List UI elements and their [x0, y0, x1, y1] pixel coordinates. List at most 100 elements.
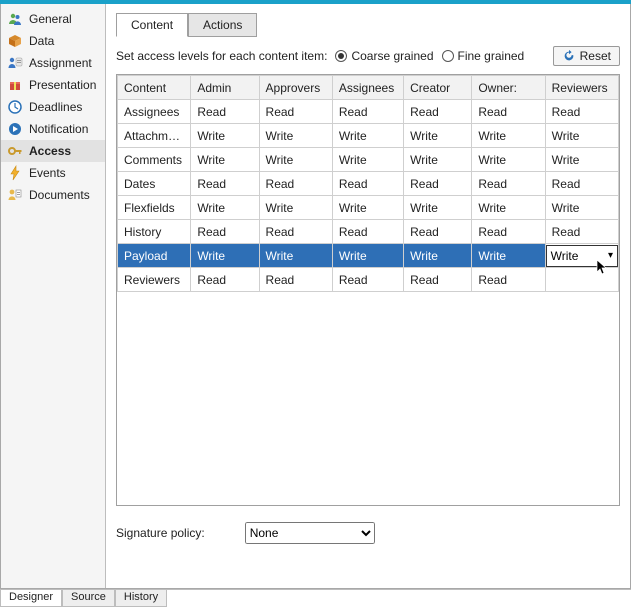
- access-cell[interactable]: Write: [332, 124, 403, 148]
- tab-content[interactable]: Content: [116, 13, 188, 37]
- column-header[interactable]: Owner:: [472, 76, 545, 100]
- sidebar-item-documents[interactable]: Documents: [1, 184, 105, 206]
- access-cell[interactable]: Read: [191, 172, 259, 196]
- access-cell[interactable]: Write: [191, 196, 259, 220]
- access-cell[interactable]: Write: [404, 148, 472, 172]
- reset-icon: [562, 49, 576, 63]
- sidebar-item-label: Data: [29, 34, 54, 48]
- sidebar-item-events[interactable]: Events: [1, 162, 105, 184]
- bottom-tab-source[interactable]: Source: [62, 590, 115, 607]
- access-cell[interactable]: Read: [259, 100, 332, 124]
- access-cell[interactable]: Write: [472, 196, 545, 220]
- access-cell[interactable]: Write: [332, 148, 403, 172]
- sidebar-item-deadlines[interactable]: Deadlines: [1, 96, 105, 118]
- access-cell[interactable]: Write: [259, 244, 332, 268]
- table-row[interactable]: DatesReadReadReadReadReadRead: [118, 172, 619, 196]
- column-header[interactable]: Approvers: [259, 76, 332, 100]
- reset-button[interactable]: Reset: [553, 46, 620, 66]
- sidebar-item-notification[interactable]: Notification: [1, 118, 105, 140]
- content-cell[interactable]: History: [118, 220, 191, 244]
- access-cell[interactable]: Write: [472, 124, 545, 148]
- access-cell[interactable]: Read: [472, 172, 545, 196]
- access-cell[interactable]: Read: [404, 268, 472, 292]
- access-cell[interactable]: Write: [545, 148, 618, 172]
- chevron-down-icon: ▾: [608, 250, 613, 261]
- access-cell[interactable]: Read: [545, 172, 618, 196]
- access-cell[interactable]: Read: [472, 268, 545, 292]
- bottom-tab-designer[interactable]: Designer: [0, 590, 62, 607]
- content-cell[interactable]: Comments: [118, 148, 191, 172]
- access-cell[interactable]: Read: [191, 268, 259, 292]
- access-cell[interactable]: Read: [332, 172, 403, 196]
- access-cell[interactable]: Write: [191, 244, 259, 268]
- sidebar-item-assignment[interactable]: Assignment: [1, 52, 105, 74]
- tab-label: Source: [71, 591, 106, 603]
- access-cell[interactable]: Write: [332, 244, 403, 268]
- radio-dot-icon: [335, 50, 347, 62]
- table-row[interactable]: ReviewersReadReadReadReadRead: [118, 268, 619, 292]
- access-cell[interactable]: Write: [545, 124, 618, 148]
- access-cell[interactable]: Read: [259, 220, 332, 244]
- sidebar-item-data[interactable]: Data: [1, 30, 105, 52]
- sidebar-item-presentation[interactable]: Presentation: [1, 74, 105, 96]
- sidebar: General Data Assignment Presentation Dea…: [1, 4, 106, 588]
- access-cell[interactable]: Write: [332, 196, 403, 220]
- tab-actions[interactable]: Actions: [188, 13, 257, 37]
- sidebar-item-label: Presentation: [29, 78, 96, 92]
- access-cell[interactable]: Read: [332, 100, 403, 124]
- access-cell[interactable]: Read: [404, 172, 472, 196]
- access-cell[interactable]: Write: [404, 124, 472, 148]
- sidebar-item-general[interactable]: General: [1, 8, 105, 30]
- table-row[interactable]: HistoryReadReadReadReadReadRead: [118, 220, 619, 244]
- sidebar-item-access[interactable]: Access: [1, 140, 105, 162]
- access-cell[interactable]: Write: [472, 148, 545, 172]
- content-cell[interactable]: Payload: [118, 244, 191, 268]
- radio-coarse[interactable]: Coarse grained: [335, 49, 433, 63]
- content-cell[interactable]: Reviewers: [118, 268, 191, 292]
- access-table: ContentAdminApproversAssigneesCreatorOwn…: [116, 74, 620, 506]
- access-cell[interactable]: Read: [545, 220, 618, 244]
- access-cell[interactable]: Read: [191, 220, 259, 244]
- column-header[interactable]: Assignees: [332, 76, 403, 100]
- column-header[interactable]: Content: [118, 76, 191, 100]
- table-row[interactable]: AssigneesReadReadReadReadReadRead: [118, 100, 619, 124]
- column-header[interactable]: Admin: [191, 76, 259, 100]
- access-cell[interactable]: Read: [404, 100, 472, 124]
- access-cell[interactable]: Write: [259, 196, 332, 220]
- column-header[interactable]: Creator: [404, 76, 472, 100]
- table-row[interactable]: CommentsWriteWriteWriteWriteWriteWrite: [118, 148, 619, 172]
- access-cell[interactable]: Read: [332, 268, 403, 292]
- access-cell[interactable]: Write: [259, 124, 332, 148]
- table-row[interactable]: FlexfieldsWriteWriteWriteWriteWriteWrite: [118, 196, 619, 220]
- access-cell[interactable]: Write: [545, 196, 618, 220]
- access-cell[interactable]: Write: [404, 244, 472, 268]
- signature-select[interactable]: None: [245, 522, 375, 544]
- table-row[interactable]: PayloadWriteWriteWriteWriteWriteWrite▾No…: [118, 244, 619, 268]
- access-cell[interactable]: Read: [545, 100, 618, 124]
- access-cell[interactable]: Write▾NoneReadWrite: [545, 244, 618, 268]
- bottom-tab-history[interactable]: History: [115, 590, 167, 607]
- access-cell[interactable]: Read: [472, 220, 545, 244]
- column-header[interactable]: Reviewers: [545, 76, 618, 100]
- access-cell[interactable]: Write: [259, 148, 332, 172]
- table-row[interactable]: Attachmen...WriteWriteWriteWriteWriteWri…: [118, 124, 619, 148]
- access-cell[interactable]: Write: [191, 124, 259, 148]
- content-cell[interactable]: Dates: [118, 172, 191, 196]
- content-cell[interactable]: Flexfields: [118, 196, 191, 220]
- access-cell[interactable]: Read: [404, 220, 472, 244]
- access-dropdown[interactable]: Write▾: [546, 245, 618, 267]
- access-cell[interactable]: Read: [191, 100, 259, 124]
- content-cell[interactable]: Attachmen...: [118, 124, 191, 148]
- access-cell[interactable]: Write: [472, 244, 545, 268]
- access-cell[interactable]: Read: [259, 268, 332, 292]
- access-cell[interactable]: Write: [191, 148, 259, 172]
- access-cell[interactable]: Read: [259, 172, 332, 196]
- access-cell[interactable]: Write: [404, 196, 472, 220]
- play-icon: [7, 121, 23, 137]
- content-cell[interactable]: Assignees: [118, 100, 191, 124]
- access-cell[interactable]: Read: [472, 100, 545, 124]
- wrapped-box-icon: [7, 77, 23, 93]
- radio-fine[interactable]: Fine grained: [442, 49, 525, 63]
- access-cell[interactable]: [545, 268, 618, 292]
- access-cell[interactable]: Read: [332, 220, 403, 244]
